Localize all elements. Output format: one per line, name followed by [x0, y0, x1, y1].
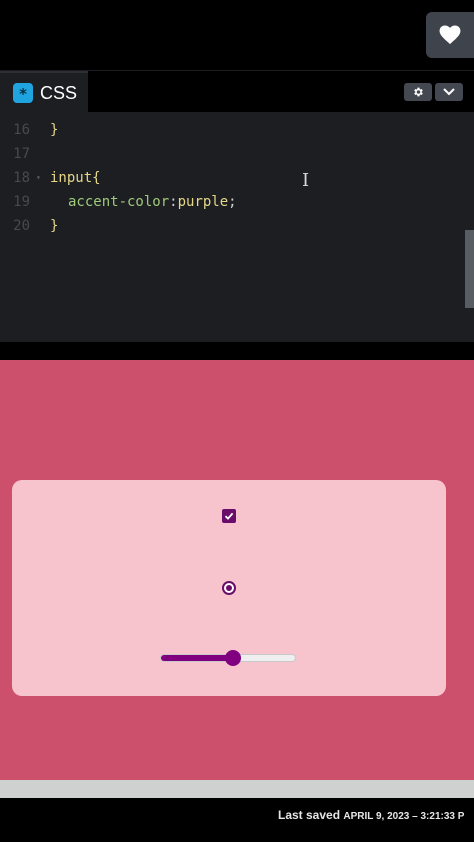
- radio-dot: [226, 585, 232, 591]
- slider-fill: [161, 655, 234, 661]
- css-property: accent-color: [68, 194, 170, 210]
- last-saved-time: 3:21:33 P: [420, 811, 465, 822]
- code-text: }: [50, 122, 59, 138]
- css-badge-icon: *: [13, 83, 33, 103]
- code-line: 16 }: [0, 118, 462, 142]
- slider-thumb[interactable]: [225, 650, 241, 666]
- text-cursor-icon: I: [302, 170, 310, 191]
- css-semicolon: ;: [228, 194, 237, 210]
- code-line: 20 }: [0, 214, 462, 238]
- last-saved-date: APRIL 9, 2023: [343, 811, 410, 822]
- editor-settings-button[interactable]: [404, 83, 432, 101]
- horizontal-scrollbar[interactable]: [0, 780, 474, 798]
- demo-range-slider[interactable]: [160, 650, 296, 666]
- css-open-brace: {: [92, 170, 101, 186]
- editor-collapse-button[interactable]: [435, 83, 463, 101]
- line-number: 19: [13, 194, 30, 210]
- last-saved-label: Last saved: [278, 808, 341, 822]
- preview-pane: [0, 360, 474, 780]
- gear-icon: [414, 87, 423, 97]
- line-number: 20: [13, 218, 30, 234]
- pane-divider[interactable]: [0, 342, 474, 360]
- code-line: 19 accent-color:purple;: [0, 190, 462, 214]
- code-text: input{: [50, 166, 101, 190]
- css-selector: input: [50, 170, 93, 186]
- line-number: 18: [13, 170, 30, 186]
- line-number: 16: [13, 122, 30, 138]
- demo-checkbox[interactable]: [222, 509, 236, 523]
- top-bar: [0, 0, 474, 70]
- line-number: 17: [13, 146, 30, 162]
- footer: Last saved APRIL 9, 2023 – 3:21:33 P: [0, 798, 474, 842]
- code-text: }: [50, 218, 59, 234]
- editor-scrollbar[interactable]: [465, 230, 474, 308]
- last-saved-separator: –: [409, 811, 421, 822]
- code-line: 17: [0, 142, 462, 166]
- code-line-partial: [0, 104, 462, 114]
- css-code-editor[interactable]: 16 } 17 18 ▾ input{ 19 accent-color:purp…: [0, 112, 474, 342]
- heart-button[interactable]: [426, 12, 474, 58]
- last-saved-status: Last saved APRIL 9, 2023 – 3:21:33 P: [278, 808, 464, 822]
- heart-icon: [439, 25, 461, 45]
- css-colon: :: [169, 194, 178, 210]
- preview-card: [12, 480, 446, 696]
- check-icon: [224, 512, 234, 520]
- chevron-down-icon: [443, 88, 455, 96]
- css-value: purple: [177, 194, 229, 210]
- fold-marker-icon[interactable]: ▾: [36, 166, 41, 190]
- tab-css-label: CSS: [40, 82, 78, 103]
- code-line: 18 ▾ input{: [0, 166, 462, 190]
- code-text: accent-color:purple;: [68, 190, 237, 214]
- demo-radio[interactable]: [222, 581, 236, 595]
